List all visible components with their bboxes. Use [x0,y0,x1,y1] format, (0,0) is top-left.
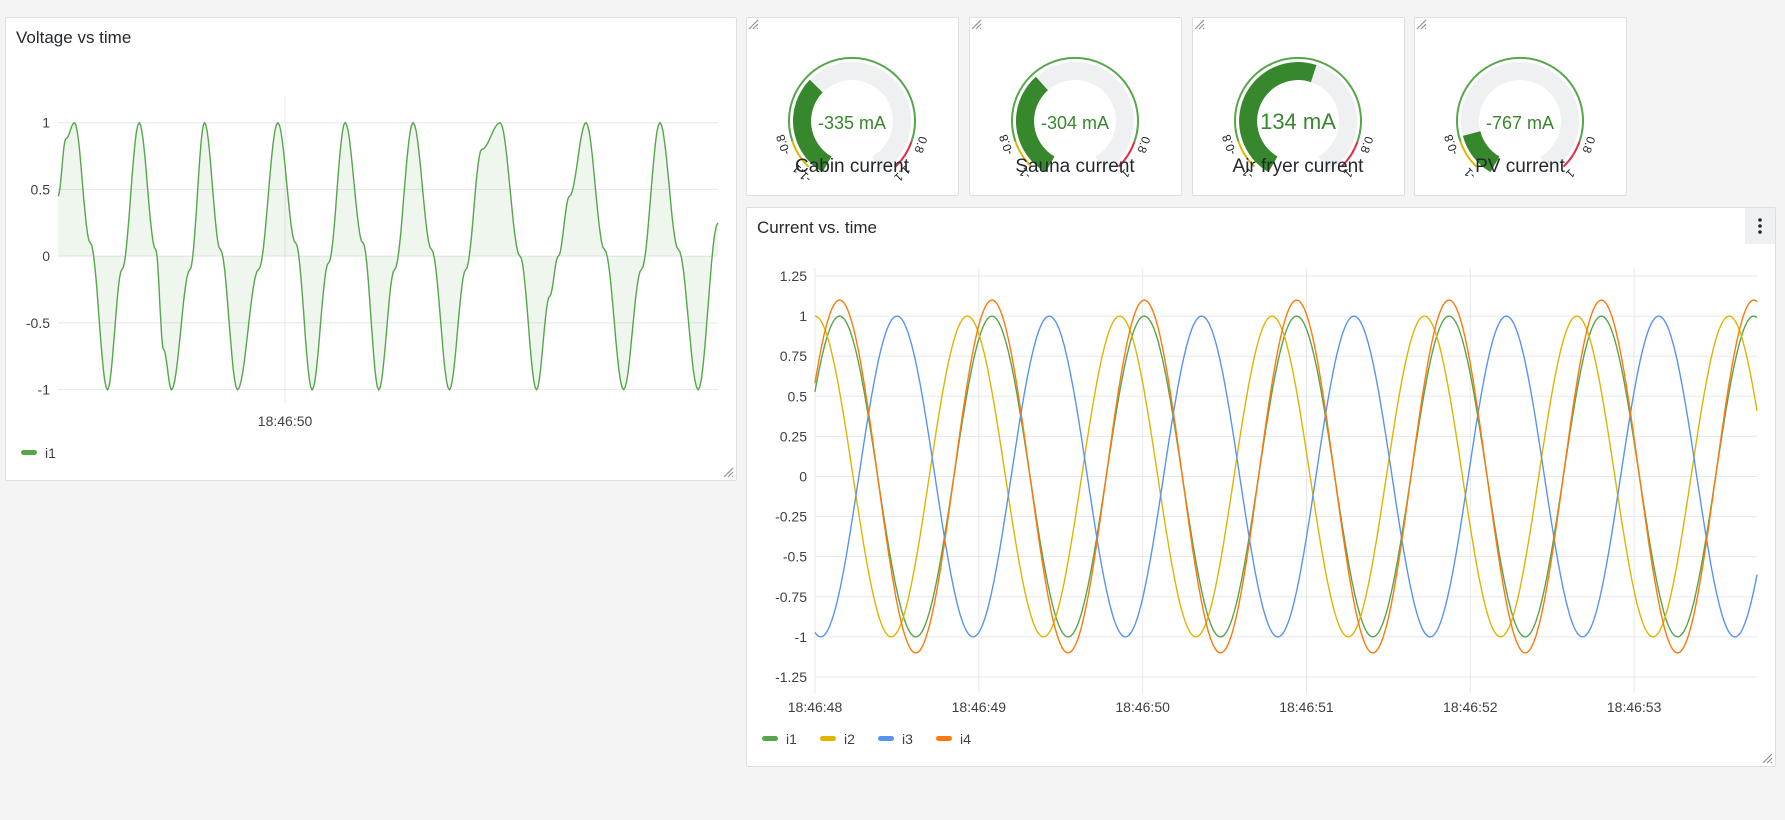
legend-swatch [21,450,37,455]
y-tick-label: -0.75 [775,589,807,605]
legend-item-i1[interactable]: i1 [45,445,56,461]
legend-swatch [762,736,778,741]
y-tick-label: 1 [42,115,50,131]
legend-item-i4[interactable]: i4 [960,731,971,747]
gauge-label: Cabin current [795,156,910,177]
y-tick-label: 0 [799,468,807,484]
legend-swatch [820,736,836,741]
gauge-value: -304 mA [1041,113,1109,133]
x-tick-label: 18:46:52 [1443,699,1498,715]
legend-item-i1[interactable]: i1 [786,731,797,747]
gauge-panel-pv: -1 -0.8 0.8 1 -767 mA PV current [1414,17,1627,196]
resize-handle-icon[interactable] [1415,18,1427,30]
gauge-chart: -1.1 -0.8 0.8 1.1 -335 mA Cabin current [773,56,930,186]
gauge-panel-cabin: -1.1 -0.8 0.8 1.1 -335 mA Cabin current [746,17,959,196]
resize-handle-icon[interactable] [722,466,734,478]
resize-handle-icon[interactable] [747,18,759,30]
gauge-chart: -1 -0.8 0.8 1 -304 mA Sauna current [996,56,1153,182]
y-tick-label: -0.5 [783,549,807,565]
gauge-value: -335 mA [818,113,886,133]
legend-item-i2[interactable]: i2 [844,731,855,747]
y-tick-label: 0 [42,248,50,264]
current-panel: Current vs. time 1.25 1 0.75 0.5 0.25 0 -0.25-… [746,207,1776,767]
gauge-chart: -1 -0.8 0.8 1 -767 mA PV current [1441,56,1598,182]
resize-handle-icon[interactable] [970,18,982,30]
current-chart: 1.25 1 0.75 0.5 0.25 0 -0.25 -0.5 -0.75 -1 -1.25 18… [762,268,1758,747]
y-tick-label: -0.25 [775,509,807,525]
y-tick-label: -0.5 [26,315,50,331]
gauge-value: -767 mA [1486,113,1554,133]
x-tick-label: 18:46:49 [952,699,1007,715]
gauge-chart: -1 -0.8 0.8 1 134 mA Air fryer current [1219,56,1376,182]
y-tick-label: 1 [799,308,807,324]
x-tick-label: 18:46:50 [1115,699,1170,715]
y-tick-label: 1.25 [780,268,807,284]
x-tick-label: 18:46:50 [258,413,313,429]
y-tick-label: 0.75 [780,348,807,364]
y-tick-label: -1.25 [775,669,807,685]
y-tick-label: 0.5 [31,181,51,197]
x-tick-label: 18:46:48 [788,699,843,715]
voltage-chart: 1 0.5 0 -0.5 -1 18:46:50 i1 [21,96,719,461]
y-tick-label: -1 [38,382,51,398]
legend-swatch [936,736,952,741]
gauge-tick-high: 0.8 [1134,135,1153,156]
gauge-tick-high: 0.8 [911,135,930,156]
gauge-label: Air fryer current [1233,156,1365,177]
gauge-label: PV current [1475,156,1565,177]
y-tick-label: -1 [795,629,808,645]
legend-item-i3[interactable]: i3 [902,731,913,747]
resize-handle-icon[interactable] [1193,18,1205,30]
x-tick-label: 18:46:51 [1279,699,1334,715]
voltage-panel: Voltage vs time 1 0.5 0 -0.5 -1 18:46:50 i1 [5,17,737,481]
y-tick-label: 0.5 [788,388,808,404]
gauge-panel-sauna: -1 -0.8 0.8 1 -304 mA Sauna current [969,17,1182,196]
gauge-label: Sauna current [1015,156,1135,177]
x-tick-label: 18:46:53 [1607,699,1662,715]
legend-swatch [878,736,894,741]
resize-handle-icon[interactable] [1761,752,1773,764]
gauge-value: 134 mA [1260,109,1336,134]
gauge-tick-high: 0.8 [1357,135,1376,156]
gauge-tick-max: 1 [1563,166,1578,181]
y-tick-label: 0.25 [780,428,807,444]
gauge-panel-air-fryer: -1 -0.8 0.8 1 134 mA Air fryer current [1192,17,1405,196]
gauge-tick-high: 0.8 [1579,135,1598,156]
